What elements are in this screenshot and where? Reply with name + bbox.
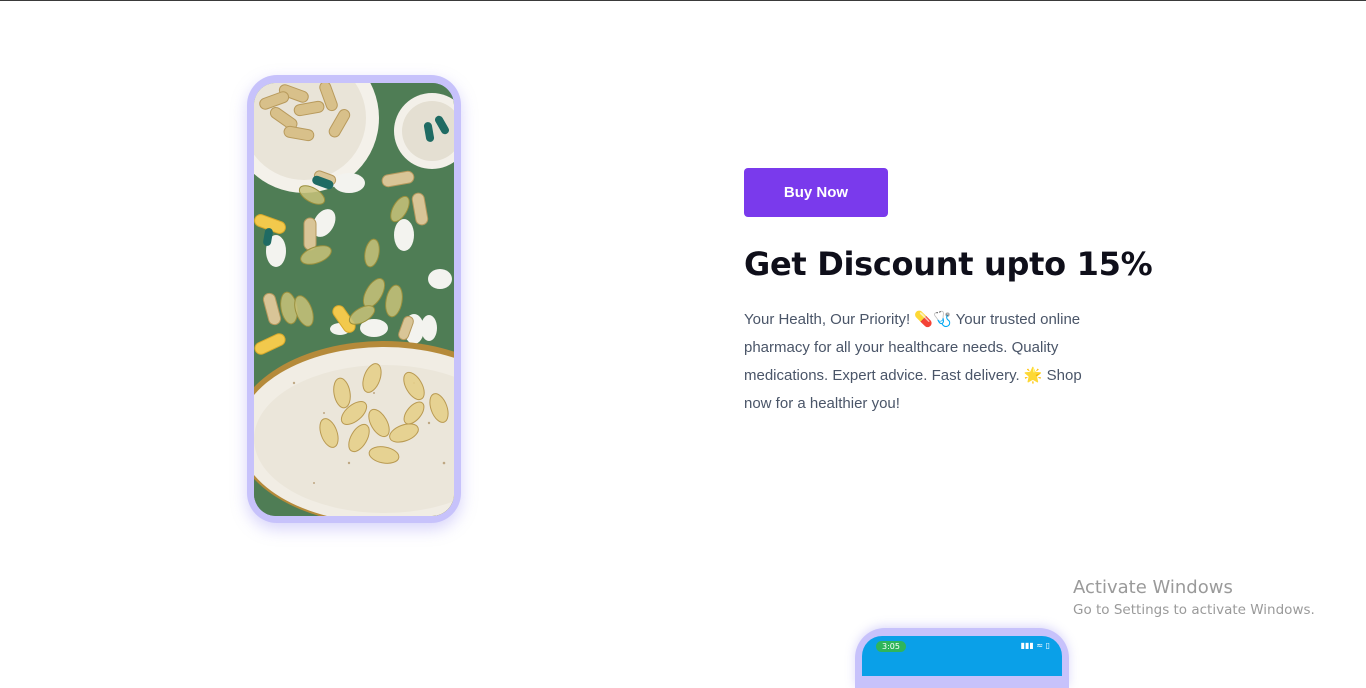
promo-description: Your Health, Our Priority! 💊🩺 Your trust… bbox=[744, 311, 1082, 412]
second-phone-mockup: 3:05 ▮▮▮ ≈ ▯ bbox=[855, 628, 1069, 688]
buy-now-button[interactable]: Buy Now bbox=[744, 168, 888, 217]
status-time: 3:05 bbox=[876, 641, 906, 652]
activate-windows-subtitle: Go to Settings to activate Windows. bbox=[1073, 602, 1315, 618]
phone-mockup bbox=[247, 75, 461, 523]
pills-photo bbox=[254, 83, 454, 516]
discount-headline: Get Discount upto 15% bbox=[744, 245, 1153, 283]
top-divider bbox=[0, 0, 1366, 1]
activate-windows-watermark: Activate Windows Go to Settings to activ… bbox=[1073, 576, 1315, 620]
status-icons: ▮▮▮ ≈ ▯ bbox=[1020, 641, 1050, 650]
activate-windows-title: Activate Windows bbox=[1073, 577, 1233, 598]
phone-screen: 3:05 ▮▮▮ ≈ ▯ bbox=[862, 636, 1062, 676]
